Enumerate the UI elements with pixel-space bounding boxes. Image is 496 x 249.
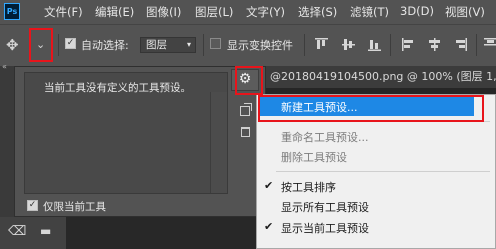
new-preset-icon[interactable] [240, 103, 252, 116]
menu-type[interactable]: 文字(Y) [246, 4, 285, 20]
menu-view[interactable]: 视图(V) [445, 4, 485, 20]
options-divider [390, 34, 391, 56]
options-divider [476, 34, 477, 56]
menu-filter[interactable]: 滤镜(T) [350, 4, 389, 20]
menu-item-show-all-presets[interactable]: 显示所有工具预设 [281, 199, 369, 215]
align-right-icon[interactable] [454, 38, 467, 51]
check-icon: ✔ [264, 179, 274, 192]
empty-preset-message: 当前工具没有定义的工具预设。 [44, 82, 191, 94]
menu-separator [276, 171, 490, 172]
align-vertical-center-icon[interactable] [342, 38, 355, 51]
options-divider [58, 34, 59, 56]
auto-select-checkbox[interactable]: ✓ [65, 38, 76, 49]
auto-select-target-dropdown[interactable]: 图层 ▾ [140, 37, 196, 53]
current-tool-only-checkbox[interactable]: ✓ [27, 200, 38, 211]
menu-layer[interactable]: 图层(L) [195, 4, 233, 20]
menu-item-sort-by-tool[interactable]: 按工具排序 [281, 179, 336, 195]
gradient-icon[interactable]: ▬ [40, 224, 51, 238]
align-horizontal-center-icon[interactable] [428, 38, 441, 51]
annotation-box-new-preset [258, 95, 484, 122]
annotation-box-gear [235, 66, 263, 95]
check-icon: ✔ [264, 220, 274, 233]
options-divider [203, 34, 204, 56]
preset-scrollbar[interactable] [210, 92, 227, 193]
align-top-icon[interactable] [315, 38, 328, 51]
show-transform-checkbox[interactable] [210, 38, 221, 49]
annotation-box-tool-dropdown [29, 28, 53, 62]
menu-item-rename-preset[interactable]: 重命名工具预设... [281, 129, 369, 145]
align-left-icon[interactable] [402, 38, 415, 51]
menu-image[interactable]: 图像(I) [146, 4, 181, 20]
menu-select[interactable]: 选择(S) [298, 4, 337, 20]
auto-select-label: 自动选择: [81, 39, 129, 52]
document-tab[interactable]: @20180419104500.png @ 100% (图层 1, RGB/8 [266, 66, 496, 88]
menu-3d[interactable]: 3D(D) [400, 4, 434, 18]
distribute-top-icon[interactable] [484, 38, 496, 51]
photoshop-logo-icon: Ps [4, 3, 20, 20]
current-tool-only-label: 仅限当前工具 [43, 201, 106, 213]
menu-item-show-current-presets[interactable]: 显示当前工具预设 [281, 220, 369, 236]
menu-item-delete-preset[interactable]: 删除工具预设 [281, 149, 347, 165]
auto-select-target-value: 图层 [146, 39, 167, 51]
show-transform-label: 显示变换控件 [227, 39, 293, 52]
trash-icon[interactable] [241, 127, 250, 137]
move-icon[interactable]: ✥ [6, 38, 19, 53]
menu-file[interactable]: 文件(F) [44, 4, 83, 20]
chevron-down-icon: ▾ [186, 40, 191, 49]
collapse-arrows-icon[interactable]: « [2, 62, 7, 71]
eraser-icon[interactable]: ⌫ [8, 225, 26, 239]
options-divider [304, 34, 305, 56]
align-bottom-icon[interactable] [368, 38, 381, 51]
menu-edit[interactable]: 编辑(E) [95, 4, 134, 20]
